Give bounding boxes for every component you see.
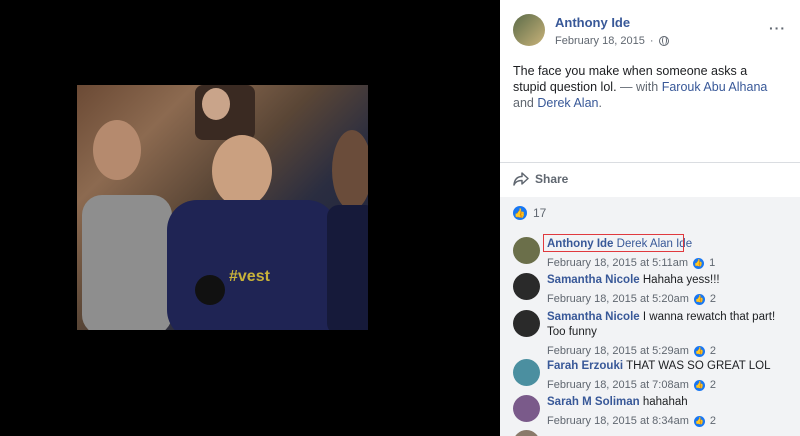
tagged-user-1[interactable]: Farouk Abu Alhana	[662, 80, 768, 94]
author-avatar[interactable]	[513, 14, 545, 46]
photo-shirt-text: #vest	[229, 268, 270, 285]
commenter-avatar[interactable]	[513, 273, 540, 300]
post-photo[interactable]: #vest	[77, 85, 368, 330]
comment-time[interactable]: February 18, 2015 at 7:08am	[547, 378, 689, 393]
comment-text: hahahah	[642, 396, 688, 408]
comment-time[interactable]: February 18, 2015 at 5:29am	[547, 344, 689, 359]
post-header	[513, 14, 545, 46]
like-icon: 👍	[693, 380, 705, 391]
post-caption: The face you make when someone asks a st…	[513, 63, 783, 111]
author-name[interactable]: Anthony Ide	[555, 15, 630, 30]
commenter-avatar[interactable]	[513, 310, 540, 337]
commenter-name[interactable]: Samantha Nicole	[547, 274, 640, 286]
comment-meta: February 18, 2015 at 8:34am 👍 2	[547, 414, 783, 429]
post-meta: February 18, 2015 ·	[555, 35, 669, 47]
commenter-name[interactable]: Farah Erzouki	[547, 360, 623, 372]
highlight-box	[543, 234, 684, 252]
share-icon	[513, 172, 529, 186]
post-panel: Anthony Ide February 18, 2015 · ··· The …	[500, 0, 800, 436]
comment-like-count: 2	[709, 345, 716, 357]
comment-meta: February 18, 2015 at 5:11am 👍 1	[547, 256, 783, 271]
separator: ·	[649, 35, 654, 47]
commenter-avatar[interactable]	[513, 395, 540, 422]
commenter-avatar[interactable]	[513, 359, 540, 386]
comment-like-count: 2	[709, 293, 716, 305]
photo-viewer: #vest	[0, 0, 500, 436]
like-icon: 👍	[513, 206, 527, 220]
comment-meta: February 18, 2015 at 5:29am 👍 2	[547, 344, 783, 359]
like-icon: 👍	[693, 294, 705, 305]
reactions-summary[interactable]: 👍 17	[513, 206, 546, 220]
more-options-icon[interactable]: ···	[769, 21, 786, 35]
caption-and: and	[513, 96, 534, 110]
comment-like-count: 2	[709, 379, 716, 391]
comment-text: Hahaha yess!!!	[642, 274, 720, 286]
divider	[500, 162, 800, 163]
like-icon: 👍	[693, 258, 705, 269]
share-button[interactable]: Share	[513, 172, 568, 186]
comment-time[interactable]: February 18, 2015 at 5:11am	[547, 256, 688, 271]
like-icon: 👍	[693, 346, 705, 357]
caption-with: — with	[620, 80, 659, 94]
comment-time[interactable]: February 18, 2015 at 5:20am	[547, 292, 689, 307]
comment-like-count: 2	[709, 415, 716, 427]
post-date[interactable]: February 18, 2015	[555, 35, 645, 47]
comment-text: THAT WAS SO GREAT LOL	[626, 360, 771, 372]
caption-end: .	[598, 96, 602, 110]
comment-time[interactable]: February 18, 2015 at 8:34am	[547, 414, 689, 429]
share-label: Share	[535, 172, 569, 186]
comment-like-count: 1	[709, 257, 716, 269]
commenter-name[interactable]: Sarah M Soliman	[547, 396, 640, 408]
globe-icon	[658, 36, 669, 46]
like-count: 17	[533, 206, 547, 220]
tagged-user-2[interactable]: Derek Alan	[537, 96, 598, 110]
commenter-avatar[interactable]	[513, 237, 540, 264]
commenter-name[interactable]: Samantha Nicole	[547, 311, 640, 323]
comment-meta: February 18, 2015 at 5:20am 👍 2	[547, 292, 783, 307]
comment-meta: February 18, 2015 at 7:08am 👍 2	[547, 378, 783, 393]
like-icon: 👍	[693, 416, 705, 427]
